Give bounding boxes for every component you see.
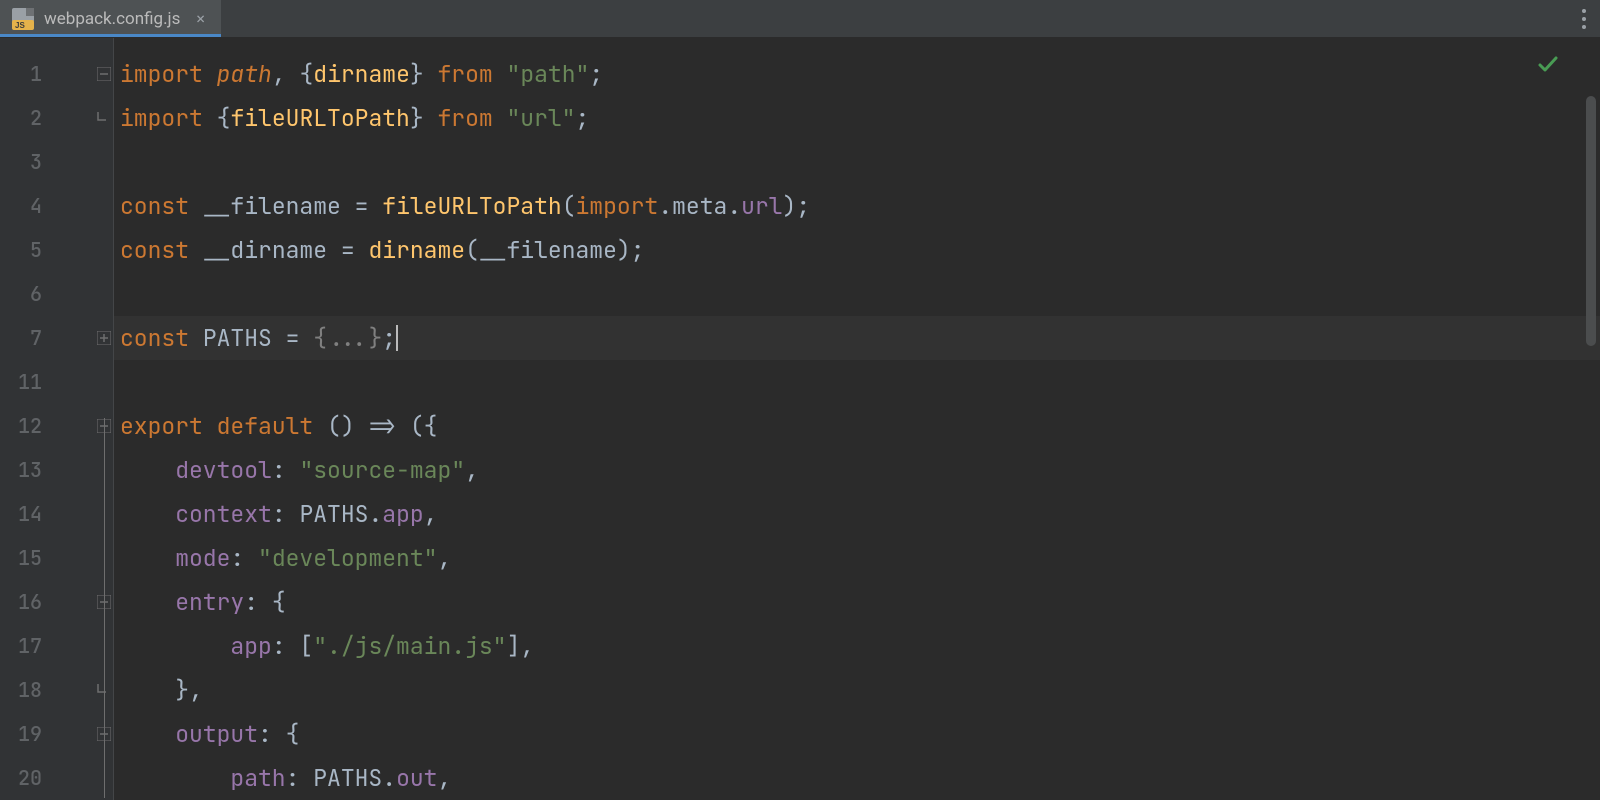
line-number: 18: [0, 668, 56, 712]
line-number: 11: [0, 360, 56, 404]
code-editor[interactable]: 1 2 3 4 5 6 7 11 12 13 14 15 16 17 18 19…: [0, 38, 1600, 800]
line-number: 5: [0, 228, 56, 272]
fold-start-icon[interactable]: [97, 727, 111, 741]
fold-start-icon[interactable]: [97, 595, 111, 609]
line-number: 15: [0, 536, 56, 580]
tab-webpack-config[interactable]: JS webpack.config.js ×: [0, 0, 221, 37]
line-number: 20: [0, 756, 56, 800]
line-number: 4: [0, 184, 56, 228]
code-line: import path, {dirname} from "path";: [114, 52, 1600, 96]
line-number: 17: [0, 624, 56, 668]
code-line: mode: "development",: [114, 536, 1600, 580]
line-number: 6: [0, 272, 56, 316]
fold-end-icon[interactable]: [97, 683, 111, 697]
code-line: path: PATHS.out,: [114, 756, 1600, 800]
code-area[interactable]: import path, {dirname} from "path"; impo…: [114, 38, 1600, 800]
code-line: },: [114, 668, 1600, 712]
code-line: [114, 272, 1600, 316]
line-number: 19: [0, 712, 56, 756]
scrollbar-thumb[interactable]: [1586, 96, 1596, 346]
code-line: output: {: [114, 712, 1600, 756]
code-line: import {fileURLToPath} from "url";: [114, 96, 1600, 140]
line-number: 13: [0, 448, 56, 492]
text-caret: [396, 325, 398, 351]
line-number: 12: [0, 404, 56, 448]
tab-active-indicator: [0, 34, 221, 37]
code-line: [114, 360, 1600, 404]
fold-start-icon[interactable]: [97, 67, 111, 81]
line-number: 7: [0, 316, 56, 360]
code-line: export default () => ({: [114, 404, 1600, 448]
tab-filename: webpack.config.js: [44, 9, 180, 29]
code-line: app: ["./js/main.js"],: [114, 624, 1600, 668]
inspection-ok-icon[interactable]: [1536, 52, 1560, 81]
code-line: entry: {: [114, 580, 1600, 624]
code-line-caret: const PATHS = {...};: [114, 316, 1600, 360]
line-number: 3: [0, 140, 56, 184]
code-line: devtool: "source-map",: [114, 448, 1600, 492]
editor-window: JS webpack.config.js × 1 2 3 4 5 6 7 11 …: [0, 0, 1600, 800]
code-line: [114, 140, 1600, 184]
js-file-icon: JS: [12, 8, 34, 30]
line-number: 1: [0, 52, 56, 96]
line-number: 16: [0, 580, 56, 624]
tab-bar: JS webpack.config.js ×: [0, 0, 1600, 38]
close-icon[interactable]: ×: [196, 9, 205, 28]
fold-gutter: [56, 38, 114, 800]
line-number-gutter: 1 2 3 4 5 6 7 11 12 13 14 15 16 17 18 19…: [0, 38, 56, 800]
fold-expand-icon[interactable]: [97, 331, 111, 345]
kebab-menu-icon[interactable]: [1582, 0, 1586, 37]
fold-end-icon[interactable]: [97, 111, 111, 125]
code-line: context: PATHS.app,: [114, 492, 1600, 536]
svg-text:JS: JS: [15, 21, 25, 30]
code-line: const __filename = fileURLToPath(import.…: [114, 184, 1600, 228]
line-number: 2: [0, 96, 56, 140]
code-line: const __dirname = dirname(__filename);: [114, 228, 1600, 272]
line-number: 14: [0, 492, 56, 536]
